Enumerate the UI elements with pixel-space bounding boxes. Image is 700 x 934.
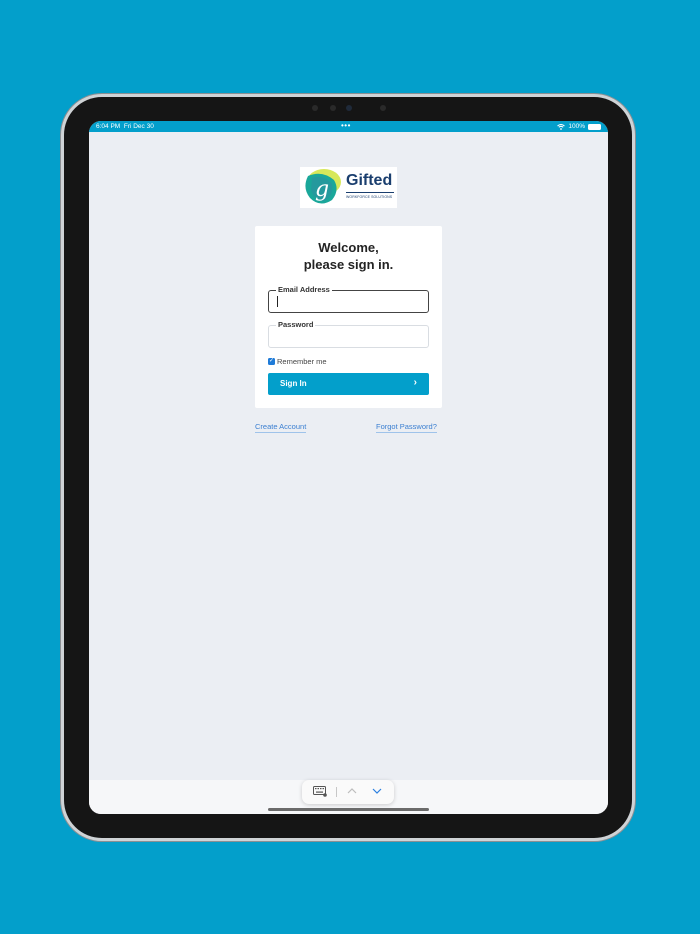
gifted-logo-mark-icon: g (305, 169, 341, 204)
sensor-icon (312, 105, 318, 111)
sensor-icon (330, 105, 336, 111)
checkmark-icon[interactable]: ✓ (268, 358, 275, 365)
wifi-icon (557, 123, 566, 130)
keyboard-dismiss-icon[interactable] (313, 786, 327, 797)
remember-label: Remember me (277, 357, 327, 366)
status-date: Fri Dec 30 (123, 123, 154, 130)
sign-in-button[interactable]: Sign In › (268, 373, 429, 395)
status-time: 6:04 PM (96, 123, 121, 130)
app-screen: 6:04 PM Fri Dec 30 ••• 100% g Gifted WOR… (89, 121, 608, 814)
battery-percent: 100% (568, 123, 585, 130)
status-time-date: 6:04 PM Fri Dec 30 (96, 123, 154, 130)
camera-bar (308, 103, 392, 113)
logo-divider (346, 192, 394, 193)
sensor-icon (380, 105, 386, 111)
page-title: Welcome, please sign in. (255, 239, 442, 273)
camera-icon (346, 105, 352, 111)
logo-name: Gifted (346, 172, 393, 189)
sign-in-label: Sign In (280, 379, 307, 388)
email-label: Email Address (276, 285, 332, 295)
email-field[interactable]: Email Address (268, 285, 429, 313)
text-caret (277, 296, 278, 307)
logo-tagline: WORKFORCE SOLUTIONS (346, 195, 393, 199)
gifted-logo: g Gifted WORKFORCE SOLUTIONS (300, 167, 397, 208)
status-bar: 6:04 PM Fri Dec 30 ••• 100% (89, 121, 608, 132)
password-label: Password (276, 320, 316, 330)
battery-icon (588, 123, 601, 130)
chevron-right-icon: › (413, 377, 417, 388)
status-right: 100% (557, 123, 601, 130)
create-account-link[interactable]: Create Account (255, 422, 307, 433)
remember-me[interactable]: ✓ Remember me (268, 357, 327, 366)
sign-in-card: Welcome, please sign in. Email Address P… (255, 226, 442, 408)
toolbar-separator (336, 787, 337, 797)
title-line-1: Welcome, (318, 240, 379, 255)
chevron-down-icon[interactable] (371, 785, 383, 797)
multitask-dots[interactable]: ••• (341, 122, 351, 130)
forgot-password-link[interactable]: Forgot Password? (376, 422, 437, 433)
home-indicator[interactable] (268, 808, 429, 811)
title-line-2: please sign in. (303, 257, 394, 272)
svg-text:g: g (315, 177, 329, 202)
password-field[interactable]: Password (268, 320, 429, 348)
chevron-up-icon[interactable] (346, 785, 358, 797)
keyboard-toolbar (302, 780, 394, 804)
